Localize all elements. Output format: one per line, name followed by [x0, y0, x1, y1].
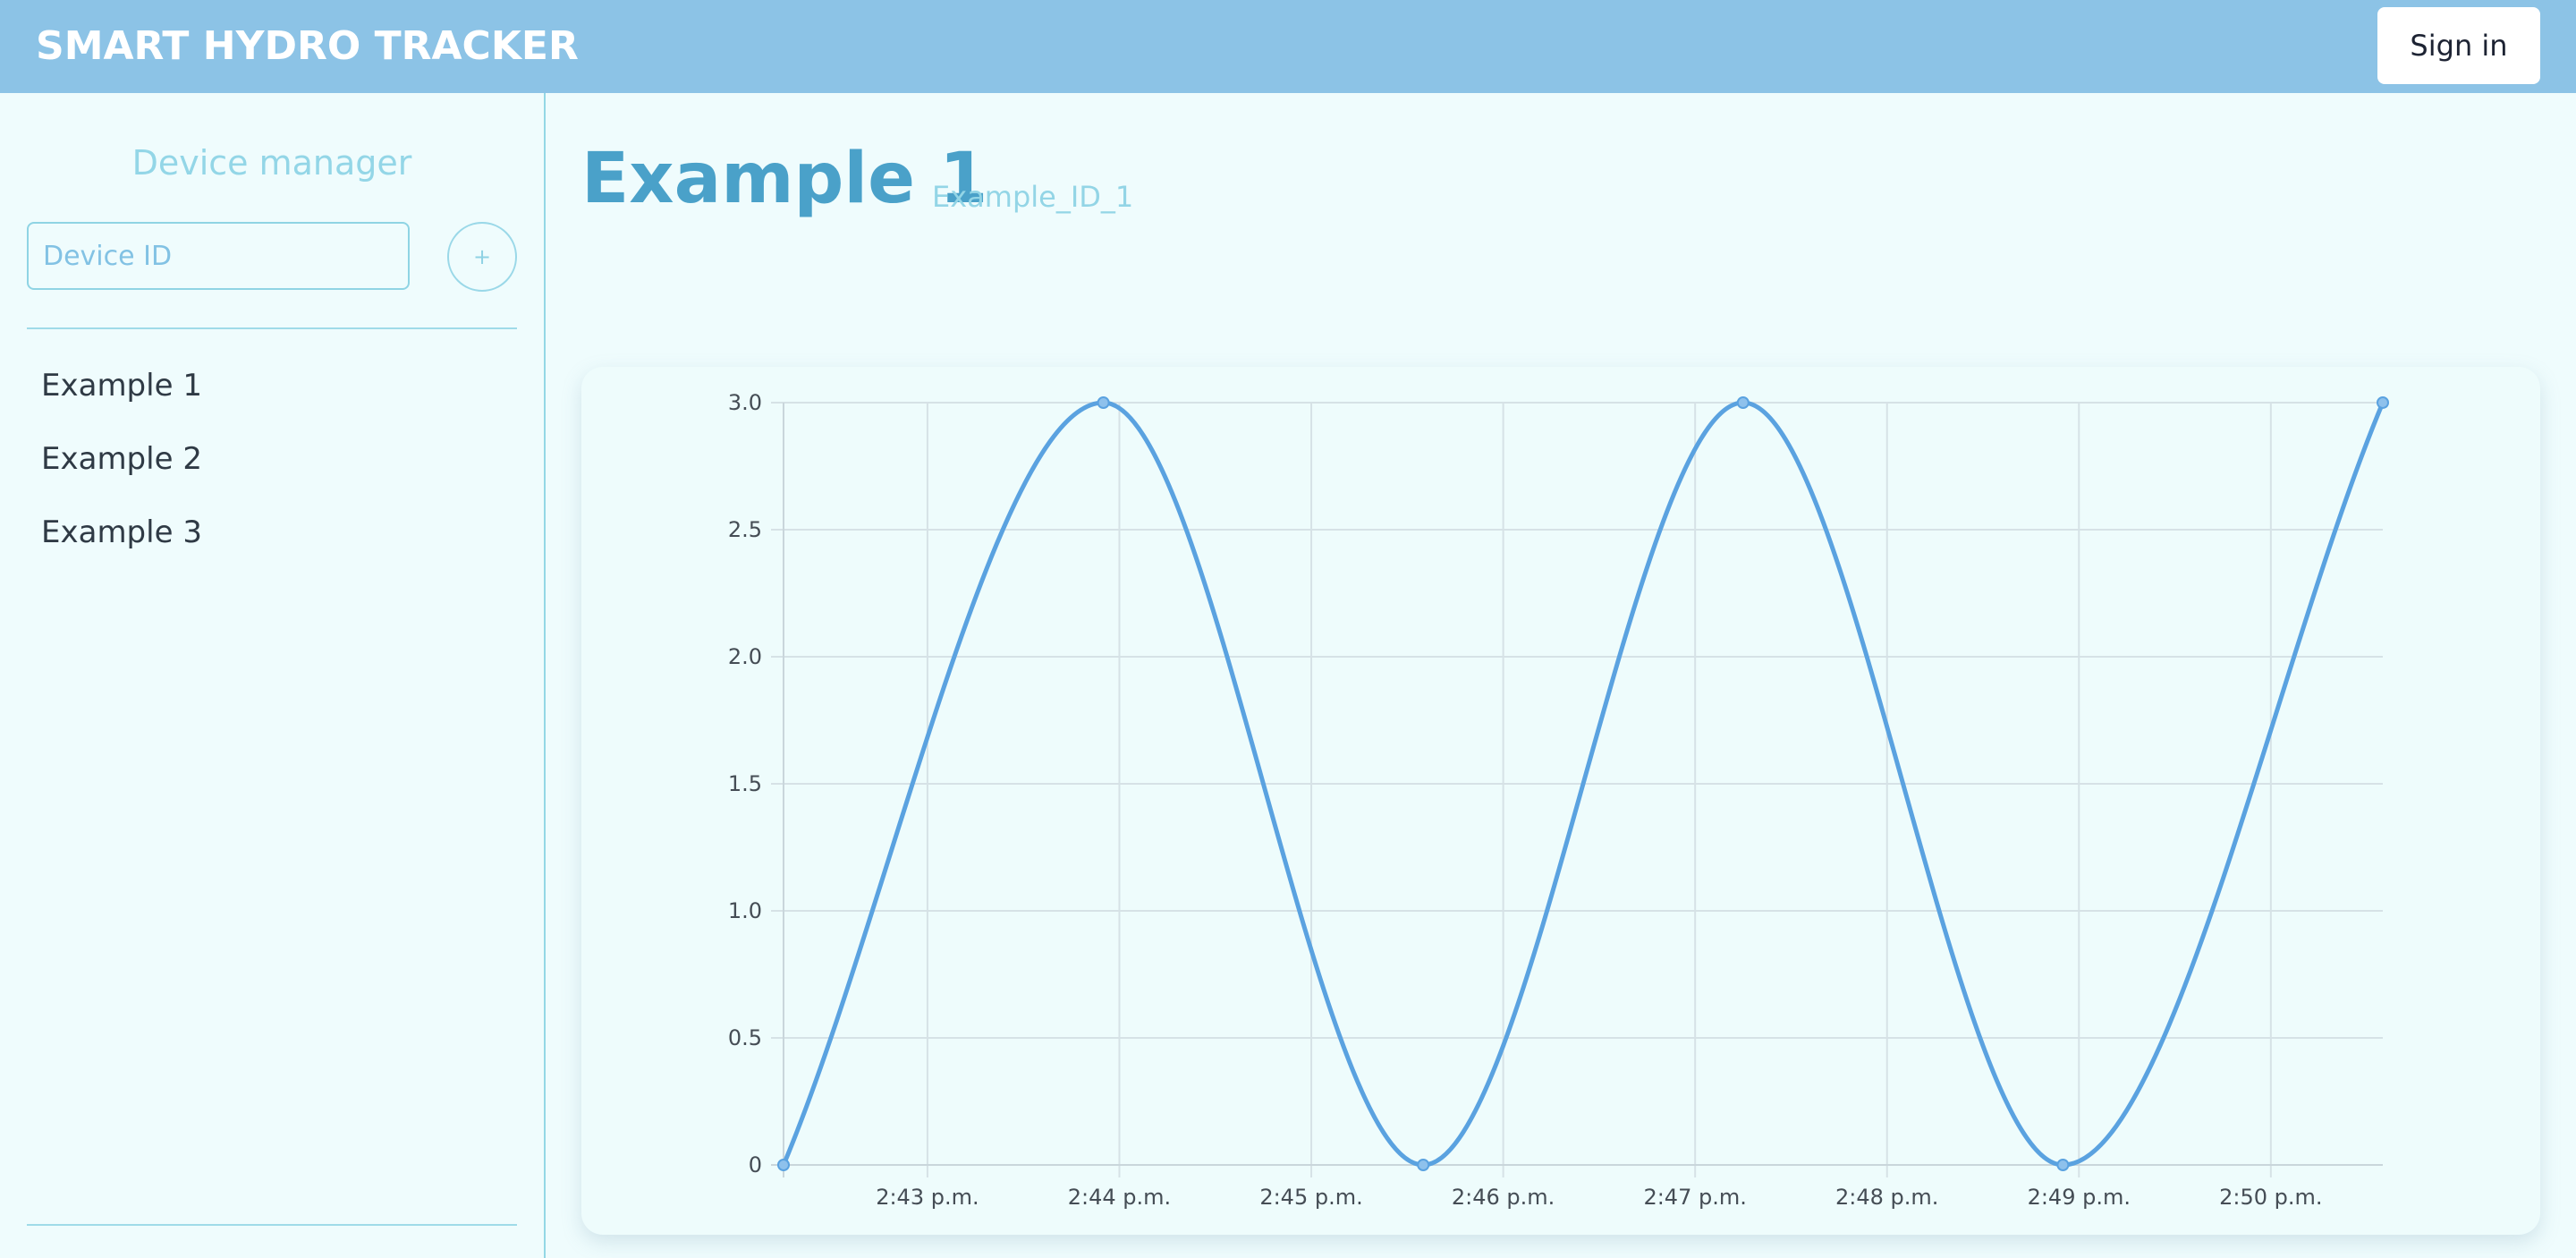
chart-card: 0 0.5 1.0 1.5 2.0 2.5 3.0 2:43 p.m. 2:44 p.m. 2:…	[581, 367, 2540, 1235]
line-chart: 0 0.5 1.0 1.5 2.0 2.5 3.0 2:43 p.m. 2:44 p.m. 2:…	[728, 390, 2389, 1210]
page-title: Example 1	[581, 139, 988, 219]
device-manager-sidebar: Device manager + Example 1 Example 2 Exa…	[0, 93, 546, 1258]
x-tick-label: 2:50 p.m.	[2219, 1185, 2322, 1210]
x-tick-label: 2:43 p.m.	[876, 1185, 979, 1210]
device-list-item[interactable]: Example 2	[27, 422, 517, 496]
sidebar-divider-top	[27, 327, 517, 329]
y-tick-label: 0.5	[728, 1025, 762, 1050]
x-tick-label: 2:47 p.m.	[1643, 1185, 1746, 1210]
data-point[interactable]	[2377, 396, 2389, 409]
device-id-input[interactable]	[27, 222, 410, 290]
y-tick-label: 2.5	[728, 517, 762, 542]
device-list-item[interactable]: Example 3	[27, 496, 517, 569]
x-tick-label: 2:46 p.m.	[1452, 1185, 1555, 1210]
device-list-item[interactable]: Example 1	[27, 349, 517, 422]
data-point[interactable]	[1736, 396, 1750, 409]
y-tick-label: 1.5	[728, 771, 762, 796]
x-tick-label: 2:48 p.m.	[1835, 1185, 1938, 1210]
device-list: Example 1 Example 2 Example 3	[27, 349, 517, 569]
x-tick-label: 2:49 p.m.	[2028, 1185, 2131, 1210]
data-point[interactable]	[2056, 1159, 2070, 1171]
device-id-subtitle: Example_ID_1	[932, 180, 1134, 214]
data-point[interactable]	[1097, 396, 1110, 409]
sign-in-button[interactable]: Sign in	[2377, 7, 2540, 84]
data-point[interactable]	[1417, 1159, 1430, 1171]
data-point[interactable]	[777, 1159, 790, 1171]
app-brand: SMART HYDRO TRACKER	[36, 23, 579, 69]
y-tick-label: 0	[749, 1152, 762, 1177]
y-tick-label: 3.0	[728, 390, 762, 415]
y-tick-label: 2.0	[728, 644, 762, 669]
sidebar-title: Device manager	[131, 143, 412, 183]
x-tick-label: 2:45 p.m.	[1259, 1185, 1362, 1210]
top-bar: SMART HYDRO TRACKER Sign in	[0, 0, 2576, 93]
y-tick-label: 1.0	[728, 898, 762, 923]
sidebar-divider-bottom	[27, 1224, 517, 1226]
add-device-button[interactable]: +	[447, 222, 517, 292]
x-tick-label: 2:44 p.m.	[1068, 1185, 1171, 1210]
